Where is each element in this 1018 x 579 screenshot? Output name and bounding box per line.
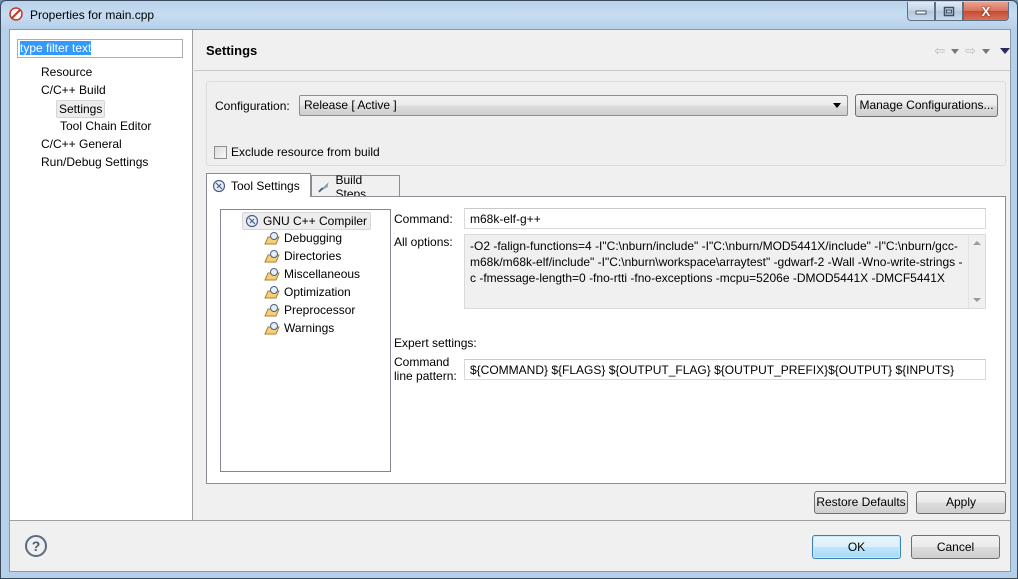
maximize-icon xyxy=(943,6,955,16)
footer-divider xyxy=(10,520,1010,521)
help-icon[interactable]: ? xyxy=(25,535,47,557)
forward-dropdown-icon[interactable] xyxy=(982,48,990,54)
tree-item-directories[interactable]: Directories xyxy=(264,248,341,264)
ok-button[interactable]: OK xyxy=(812,535,901,559)
tree-item-label: Warnings xyxy=(284,321,335,335)
view-menu-icon[interactable] xyxy=(1000,48,1010,54)
page-title: Settings xyxy=(206,43,258,58)
all-options-text: -O2 -falign-functions=4 -I"C:\nburn/incl… xyxy=(470,239,963,285)
option-category-icon xyxy=(264,250,280,263)
all-options-label: All options: xyxy=(394,235,453,249)
tree-item-label: Debugging xyxy=(284,231,343,245)
exclude-resource-checkbox[interactable] xyxy=(214,146,227,159)
back-arrow-icon[interactable]: ⇦ xyxy=(934,43,945,59)
all-options-textarea[interactable]: -O2 -falign-functions=4 -I"C:\nburn/incl… xyxy=(464,234,986,309)
sidebar-item-cpp-build[interactable]: C/C++ Build xyxy=(38,82,109,98)
sidebar-item-cpp-general[interactable]: C/C++ General xyxy=(38,136,125,152)
tree-item-label: Miscellaneous xyxy=(284,267,361,281)
scroll-down-icon[interactable] xyxy=(973,298,981,302)
apply-button[interactable]: Apply xyxy=(916,491,1006,514)
sidebar-item-label: Run/Debug Settings xyxy=(41,155,149,169)
command-label: Command: xyxy=(394,212,453,226)
filter-input[interactable]: type filter text xyxy=(17,39,183,58)
tab-tool-settings[interactable]: Tool Settings xyxy=(206,173,311,197)
dialog-client-area: type filter text Resource C/C++ Build Se… xyxy=(9,29,1011,572)
properties-dialog: Properties for main.cpp X type filter te… xyxy=(0,0,1018,579)
option-category-icon xyxy=(264,268,280,281)
expert-settings-label: Expert settings: xyxy=(394,336,477,350)
configuration-group: Configuration: Release [ Active ] Manage… xyxy=(206,81,1006,166)
window-title: Properties for main.cpp xyxy=(30,8,155,22)
cancel-button[interactable]: Cancel xyxy=(911,535,1000,559)
filter-text: type filter text xyxy=(20,41,92,55)
tool-tree: GNU C++ Compiler Debugging Directories M… xyxy=(220,209,391,472)
close-button[interactable]: X xyxy=(963,2,1009,21)
tool-settings-icon xyxy=(212,179,226,192)
sidebar-item-label: Settings xyxy=(59,102,103,116)
header-divider xyxy=(194,70,1010,71)
option-category-icon xyxy=(264,232,280,245)
title-bar[interactable]: Properties for main.cpp X xyxy=(1,1,1017,27)
forward-arrow-icon[interactable]: ⇨ xyxy=(965,43,976,59)
command-line-pattern-input[interactable]: ${COMMAND} ${FLAGS} ${OUTPUT_FLAG} ${OUT… xyxy=(464,359,986,380)
option-category-icon xyxy=(264,286,280,299)
minimize-icon xyxy=(915,10,927,15)
restore-defaults-button[interactable]: Restore Defaults xyxy=(814,491,908,514)
configuration-label: Configuration: xyxy=(215,99,290,113)
pattern-label-line-1: Command xyxy=(394,355,450,369)
exclude-resource-label: Exclude resource from build xyxy=(231,145,380,159)
sidebar-item-label: C/C++ General xyxy=(41,137,122,151)
scroll-up-icon[interactable] xyxy=(973,241,981,245)
sidebar-item-resource[interactable]: Resource xyxy=(38,64,95,80)
command-line-pattern-label: Command line pattern: xyxy=(394,355,457,383)
minimize-button[interactable] xyxy=(907,2,935,21)
tree-item-label: Optimization xyxy=(284,285,351,299)
manage-configurations-button[interactable]: Manage Configurations... xyxy=(855,94,998,117)
tool-settings-panel: GNU C++ Compiler Debugging Directories M… xyxy=(206,196,1006,484)
tab-build-steps[interactable]: Build Steps xyxy=(311,173,400,201)
tree-item-miscellaneous[interactable]: Miscellaneous xyxy=(264,266,360,282)
tree-item-preprocessor[interactable]: Preprocessor xyxy=(264,302,355,318)
configuration-select[interactable]: Release [ Active ] xyxy=(299,95,848,116)
tree-item-label: Preprocessor xyxy=(284,303,356,317)
tree-item-debugging[interactable]: Debugging xyxy=(264,230,342,246)
sidebar-item-run-debug-settings[interactable]: Run/Debug Settings xyxy=(38,154,151,170)
option-category-icon xyxy=(264,304,280,317)
close-icon: X xyxy=(981,3,991,19)
sidebar-item-label: C/C++ Build xyxy=(41,83,106,97)
page-navigation: ⇦ ⇨ xyxy=(934,43,1010,59)
tab-label: Tool Settings xyxy=(231,178,300,193)
sidebar-item-tool-chain-editor[interactable]: Tool Chain Editor xyxy=(57,118,154,134)
compiler-icon xyxy=(245,214,259,228)
pattern-label-line-2: line pattern: xyxy=(394,369,457,383)
tree-item-label: GNU C++ Compiler xyxy=(263,214,368,228)
maximize-button[interactable] xyxy=(935,2,963,21)
sidebar-item-settings[interactable]: Settings xyxy=(56,100,106,118)
tree-item-optimization[interactable]: Optimization xyxy=(264,284,351,300)
chevron-down-icon xyxy=(833,103,841,108)
option-category-icon xyxy=(264,322,280,335)
configuration-value: Release [ Active ] xyxy=(304,98,397,112)
back-dropdown-icon[interactable] xyxy=(951,48,960,54)
property-page-tree: type filter text Resource C/C++ Build Se… xyxy=(10,30,193,520)
tree-item-gnu-cpp-compiler[interactable]: GNU C++ Compiler xyxy=(242,212,372,230)
sidebar-item-label: Tool Chain Editor xyxy=(60,119,152,133)
eclipse-app-icon xyxy=(9,7,23,21)
tree-item-warnings[interactable]: Warnings xyxy=(264,320,334,336)
all-options-scrollbar[interactable] xyxy=(968,235,985,308)
tree-item-label: Directories xyxy=(284,249,342,263)
settings-page: Settings ⇦ ⇨ Configuration: Release [ Ac… xyxy=(194,30,1010,520)
command-input[interactable]: m68k-elf-g++ xyxy=(464,208,986,229)
build-steps-icon xyxy=(318,181,329,193)
sidebar-item-label: Resource xyxy=(41,65,93,79)
